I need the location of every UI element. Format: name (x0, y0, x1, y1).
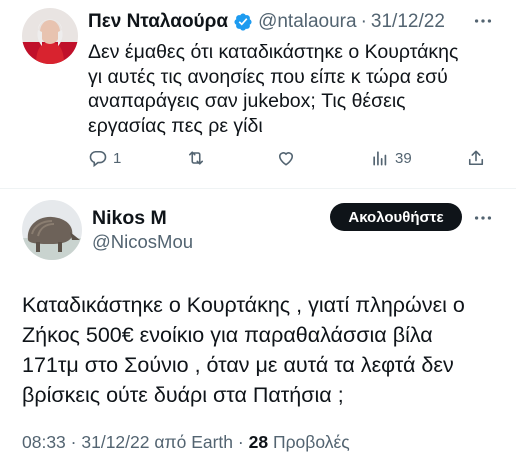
tweet-date[interactable]: 31/12/22 (371, 11, 445, 33)
analytics-icon (373, 151, 387, 166)
divider (0, 188, 516, 189)
heart-icon (278, 152, 294, 166)
retweet-icon (188, 151, 204, 165)
views-count: 28 (248, 432, 269, 452)
reply-text: Δεν έμαθες ότι καταδικάστηκε ο Κουρτάκης… (88, 41, 459, 137)
avatar[interactable] (22, 200, 82, 260)
separator-dot: · (237, 432, 249, 452)
reply-button[interactable]: 1 (88, 146, 121, 170)
reply-header: Πεν Νταλαούρα @ntalaoura · 31/12/22 (88, 10, 445, 34)
more-options-icon[interactable] (470, 8, 496, 34)
reply-icon (89, 150, 107, 168)
action-bar: 1 39 (88, 146, 498, 170)
separator-dot: · (70, 432, 82, 452)
source-prefix: από (154, 432, 187, 452)
reply-count: 1 (113, 149, 122, 167)
separator-dot: · (360, 11, 367, 32)
avatar[interactable] (22, 8, 78, 64)
views-button[interactable]: 39 (370, 146, 412, 170)
author-handle[interactable]: @ntalaoura (258, 11, 357, 33)
tweet-meta: 08:33 · 31/12/22 από Earth · 28 Προβολές (22, 432, 350, 453)
author-name[interactable]: Πεν Νταλαούρα (88, 11, 228, 33)
tweet-source: Earth (191, 432, 234, 452)
author-handle[interactable]: @NicosMou (92, 231, 193, 253)
verified-badge-icon (233, 12, 253, 32)
tweet-date[interactable]: 31/12/22 (81, 432, 149, 452)
tweet-text: Καταδικάστηκε ο Κουρτάκης , γιατί πληρών… (22, 293, 465, 407)
retweet-button[interactable] (186, 146, 211, 170)
tweet-time[interactable]: 08:33 (22, 432, 66, 452)
share-button[interactable] (466, 146, 486, 170)
like-button[interactable] (276, 146, 301, 170)
views-count: 39 (395, 149, 412, 167)
share-icon (468, 150, 484, 166)
reply-tweet[interactable]: Πεν Νταλαούρα @ntalaoura · 31/12/22 Δεν … (0, 0, 516, 180)
more-options-icon[interactable] (470, 205, 496, 231)
author-name[interactable]: Nikos M (92, 207, 167, 230)
views-label: Προβολές (272, 432, 350, 452)
follow-button[interactable]: Ακολουθήστε (330, 203, 462, 231)
